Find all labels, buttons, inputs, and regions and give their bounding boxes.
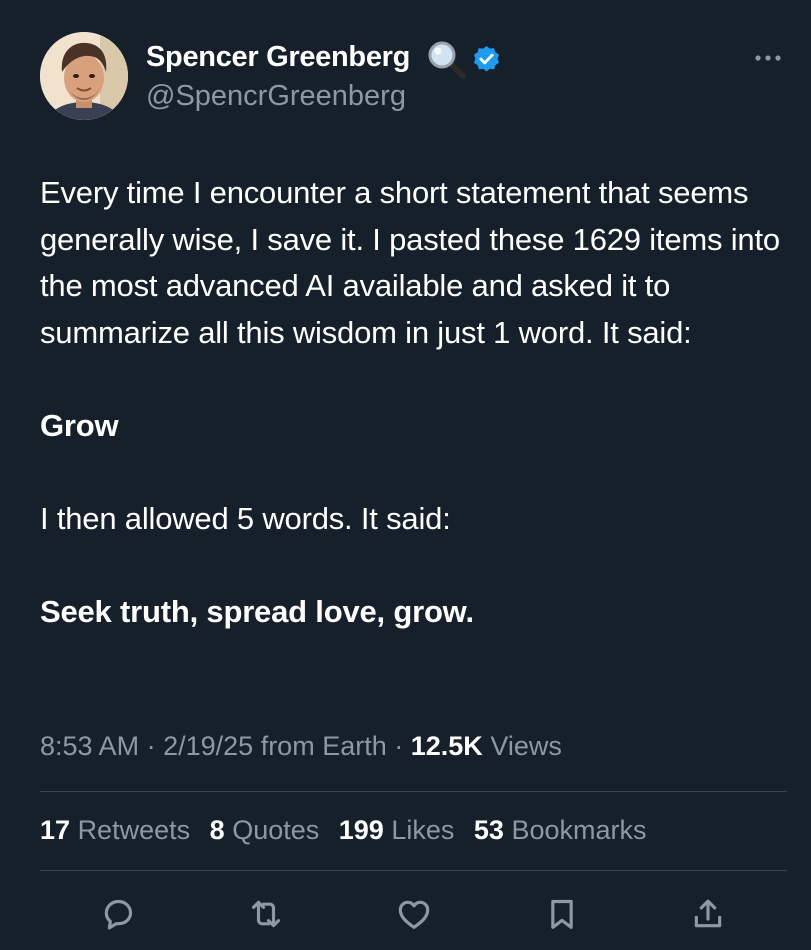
tweet-paragraph: I then allowed 5 words. It said: <box>40 501 451 537</box>
tweet-source: from Earth <box>260 731 387 761</box>
tweet-paragraph: Grow <box>40 407 119 443</box>
tweet-time[interactable]: 8:53 AM <box>40 731 139 761</box>
retweet-button[interactable] <box>246 894 286 934</box>
reply-button[interactable] <box>98 894 138 934</box>
quotes-count: 8 <box>209 815 225 845</box>
quotes-stat[interactable]: 8 Quotes <box>210 815 320 845</box>
like-icon <box>398 900 430 929</box>
tweet-date[interactable]: 2/19/25 <box>163 731 253 761</box>
bookmarks-stat[interactable]: 53 Bookmarks <box>474 815 647 845</box>
divider <box>40 791 787 792</box>
handle[interactable]: @SpencrGreenberg <box>146 80 406 113</box>
retweets-stat[interactable]: 17 Retweets <box>40 815 190 845</box>
bookmark-icon <box>551 899 573 929</box>
views-label: Views <box>490 731 562 761</box>
share-icon <box>694 899 722 928</box>
reply-icon <box>104 899 133 930</box>
divider <box>40 870 787 871</box>
retweet-icon <box>251 900 281 928</box>
views-count: 12.5K <box>410 731 483 761</box>
bookmark-button[interactable] <box>542 894 582 934</box>
magnifying-glass-icon <box>428 41 466 79</box>
tweet-paragraph: Seek truth, spread love, grow. <box>40 594 474 630</box>
likes-label: Likes <box>391 815 455 845</box>
retweets-count: 17 <box>40 815 71 845</box>
retweets-label: Retweets <box>77 815 191 845</box>
avatar-image <box>40 32 128 120</box>
tweet-meta: 8:53 AM · 2/19/25 from Earth · 12.5K Vie… <box>40 731 562 762</box>
display-name[interactable]: Spencer Greenberg <box>146 41 410 74</box>
likes-stat[interactable]: 199 Likes <box>339 815 455 845</box>
like-button[interactable] <box>394 894 434 934</box>
quotes-label: Quotes <box>232 815 320 845</box>
bookmarks-count: 53 <box>473 815 504 845</box>
bookmarks-label: Bookmarks <box>511 815 647 845</box>
meta-separator: · <box>394 731 411 761</box>
likes-count: 199 <box>338 815 384 845</box>
more-options-icon[interactable] <box>748 44 788 72</box>
avatar[interactable] <box>40 32 128 120</box>
engagement-stats: 17 Retweets 8 Quotes 199 Likes 53 Bookma… <box>40 815 659 846</box>
share-button[interactable] <box>688 894 728 934</box>
tweet-paragraph: Every time I encounter a short statement… <box>40 175 780 350</box>
meta-separator: · <box>146 731 164 761</box>
tweet-text: Every time I encounter a short statement… <box>40 170 785 636</box>
verified-badge-icon <box>473 45 500 72</box>
